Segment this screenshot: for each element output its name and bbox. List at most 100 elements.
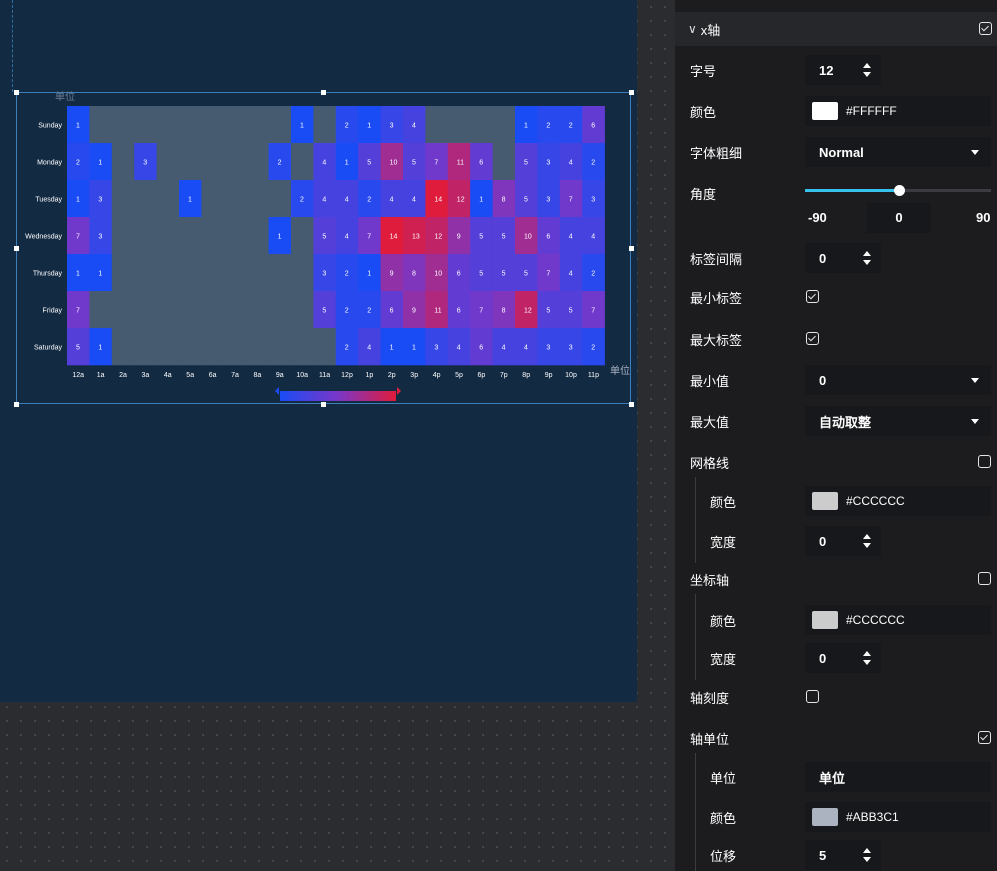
heatmap-cell[interactable] [111,143,135,181]
heatmap-cell[interactable] [111,254,135,292]
heatmap-cell[interactable] [470,106,493,144]
heatmap-cell[interactable] [268,106,292,144]
spinner-icon[interactable] [863,251,871,265]
heatmap-cell[interactable] [291,328,314,366]
heatmap-cell[interactable] [201,180,225,218]
heatmap-cell[interactable] [223,143,247,181]
heatmap-cell[interactable] [268,254,292,292]
heatmap-cell[interactable] [179,217,202,255]
heatmap-cell[interactable] [201,291,225,329]
heatmap-cell[interactable] [223,217,247,255]
heatmap-cell[interactable] [134,254,157,292]
axis-line-checkbox[interactable] [978,572,991,585]
grid-color-hex[interactable]: #CCCCCC [846,494,905,508]
heatmap-cell[interactable] [111,217,135,255]
heatmap-cell[interactable] [492,106,516,144]
heatmap-cell[interactable] [134,291,157,329]
heatmap-cell[interactable] [223,106,247,144]
heatmap-cell[interactable] [179,328,202,366]
heatmap-cell[interactable] [134,106,157,144]
heatmap-cell[interactable] [291,143,314,181]
font-weight-select[interactable]: Normal [805,137,991,167]
grid-color-picker[interactable]: #CCCCCC [805,486,991,516]
heatmap-cell[interactable] [89,291,113,329]
min-label-checkbox[interactable] [806,290,819,303]
heatmap-cell[interactable] [291,254,314,292]
heatmap-cell[interactable] [246,328,269,366]
heatmap-cell[interactable] [111,106,135,144]
heatmap-cell[interactable] [447,106,471,144]
heatmap-cell[interactable] [156,217,180,255]
angle-input[interactable]: 0 [867,203,931,233]
heatmap-cell[interactable] [156,143,180,181]
axis-color-hex[interactable]: #CCCCCC [846,613,905,627]
heatmap-cell[interactable] [156,291,180,329]
visual-map-bar[interactable] [280,391,396,401]
heatmap-cell[interactable] [179,106,202,144]
heatmap-cell[interactable] [246,106,269,144]
unit-color-hex[interactable]: #ABB3C1 [846,810,899,824]
color-swatch[interactable] [812,492,838,510]
color-hex[interactable]: #FFFFFF [846,104,897,118]
heatmap-cell[interactable] [111,291,135,329]
angle-slider-thumb[interactable] [894,185,905,196]
heatmap-cell[interactable] [291,217,314,255]
label-interval-stepper[interactable]: 0 [805,243,881,273]
heatmap-cell[interactable] [134,328,157,366]
heatmap-cell[interactable] [156,180,180,218]
heatmap-cell[interactable] [156,328,180,366]
offset-stepper[interactable]: 5 [805,840,881,870]
grid-checkbox[interactable] [978,455,991,468]
heatmap-cell[interactable] [201,328,225,366]
heatmap-cell[interactable] [134,180,157,218]
heatmap-cell[interactable] [246,217,269,255]
axis-color-picker[interactable]: #CCCCCC [805,605,991,635]
color-swatch[interactable] [812,102,838,120]
visual-map-max-handle[interactable] [397,387,401,395]
spinner-icon[interactable] [863,63,871,77]
min-value-select[interactable]: 0 [805,365,991,395]
spinner-icon[interactable] [863,651,871,665]
visual-map-min-handle[interactable] [275,387,279,395]
heatmap-cell[interactable] [268,291,292,329]
max-value-select[interactable]: 自动取整 [805,406,991,436]
unit-input[interactable]: 单位 [805,762,991,792]
heatmap-cell[interactable] [268,328,292,366]
x-axis-section-header[interactable]: ∨ x轴 [675,12,997,46]
heatmap-cell[interactable] [179,291,202,329]
heatmap-cell[interactable] [156,254,180,292]
heatmap-cell[interactable] [246,143,269,181]
heatmap-cell[interactable] [291,291,314,329]
color-picker[interactable]: #FFFFFF [805,96,991,126]
heatmap-cell[interactable] [201,254,225,292]
heatmap-cell[interactable] [246,254,269,292]
design-canvas[interactable]: 单位 单位 1 1 2 1 3 4 1 2 2 6 Sunday 2 1 3 2 4 1 5 10 5 7 11 6 5 3 4 2 Mo… [0,0,637,702]
spinner-icon[interactable] [863,848,871,862]
tick-checkbox[interactable] [806,690,819,703]
heatmap-cell[interactable] [111,328,135,366]
heatmap-cell[interactable] [179,254,202,292]
grid-width-stepper[interactable]: 0 [805,526,881,556]
heatmap-cell[interactable] [223,180,247,218]
heatmap-cell[interactable] [313,106,337,144]
heatmap-cell[interactable] [223,291,247,329]
color-swatch[interactable] [812,611,838,629]
heatmap-cell[interactable] [179,143,202,181]
heatmap-cell[interactable] [425,106,449,144]
heatmap-cell[interactable] [111,180,135,218]
heatmap-cell[interactable] [246,180,269,218]
heatmap-cell[interactable] [201,143,225,181]
color-swatch[interactable] [812,808,838,826]
x-axis-enabled-checkbox[interactable] [979,22,992,35]
axis-width-stepper[interactable]: 0 [805,643,881,673]
heatmap-cell[interactable] [246,291,269,329]
font-size-stepper[interactable]: 12 [805,55,881,85]
heatmap-cell[interactable] [268,180,292,218]
chevron-down-icon[interactable]: ∨ [688,22,697,36]
heatmap-cell[interactable] [223,328,247,366]
heatmap-cell[interactable] [223,254,247,292]
unit-color-picker[interactable]: #ABB3C1 [805,802,991,832]
heatmap-cell[interactable] [313,328,337,366]
spinner-icon[interactable] [863,534,871,548]
heatmap-cell[interactable] [156,106,180,144]
